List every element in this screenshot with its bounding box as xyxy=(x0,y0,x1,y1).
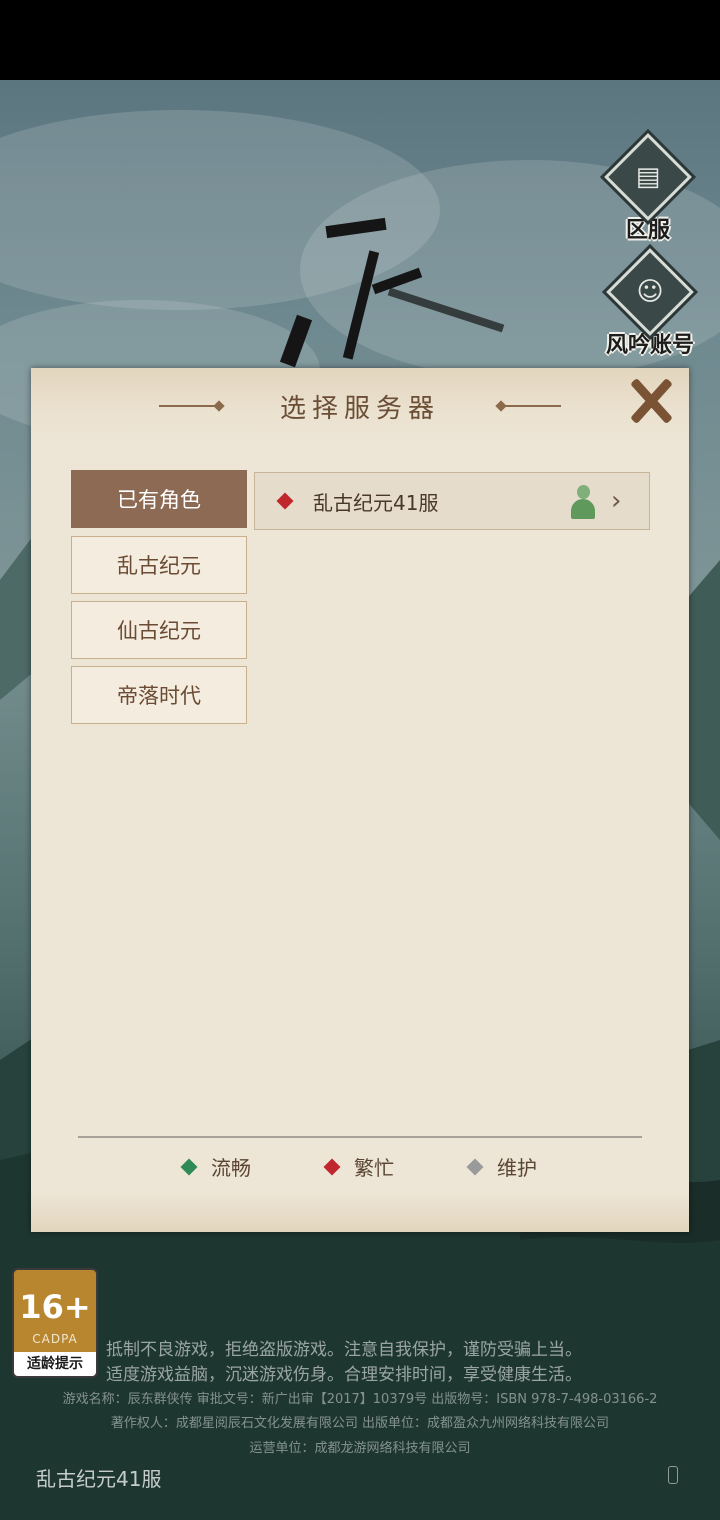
account-button[interactable]: ☺ 风吟账号 xyxy=(600,248,700,359)
tab-xiangu-era[interactable]: 仙古纪元 xyxy=(71,601,247,659)
character-icon xyxy=(571,485,595,519)
age-rating-tip: 适龄提示 xyxy=(14,1352,96,1376)
dialog-footer xyxy=(31,1192,689,1232)
legend-item-smooth: 流畅 xyxy=(180,1152,251,1181)
gate-icon: ▤ xyxy=(635,162,661,192)
current-server-label[interactable]: 乱古纪元41服 xyxy=(36,1463,161,1492)
corner-indicator-icon xyxy=(668,1466,678,1484)
health-notice-line-2: 适度游戏益脑，沉迷游戏伤身。合理安排时间，享受健康生活。 xyxy=(106,1365,582,1385)
legend-item-maintenance: 维护 xyxy=(466,1152,537,1181)
divider xyxy=(78,1136,642,1138)
server-item[interactable]: 乱古纪元41服 › xyxy=(254,472,650,530)
server-select-dialog: 选择服务器 已有角色 乱古纪元 仙古纪元 帝落时代 乱古纪元41服 › 流畅 繁… xyxy=(31,368,689,1232)
server-name: 乱古纪元41服 xyxy=(313,490,439,515)
age-rating-org: CADPA xyxy=(32,1332,78,1346)
tab-label: 乱古纪元 xyxy=(117,554,201,578)
legend-item-busy: 繁忙 xyxy=(323,1152,394,1181)
tab-diluo-era[interactable]: 帝落时代 xyxy=(71,666,247,724)
legend-label: 繁忙 xyxy=(354,1156,394,1180)
tab-label: 已有角色 xyxy=(117,488,201,512)
legend-label: 流畅 xyxy=(211,1156,251,1180)
server-region-button[interactable]: ▤ 区服 xyxy=(598,133,698,244)
user-icon: ☺ xyxy=(636,277,664,307)
chevron-right-icon: › xyxy=(611,486,622,516)
server-status-icon xyxy=(276,492,294,510)
game-info-line-3: 运营单位：成都龙游网络科技有限公司 xyxy=(249,1441,471,1456)
legend-label: 维护 xyxy=(497,1156,537,1180)
close-button[interactable] xyxy=(627,376,675,425)
health-notice-line-1: 抵制不良游戏，拒绝盗版游戏。注意自我保护，谨防受骗上当。 xyxy=(106,1340,582,1360)
status-smooth-icon xyxy=(180,1158,198,1175)
tab-luangu-era[interactable]: 乱古纪元 xyxy=(71,536,247,594)
age-rating-badge[interactable]: 16+ CADPA 适龄提示 xyxy=(12,1268,98,1378)
status-busy-icon xyxy=(323,1158,341,1175)
tab-label: 仙古纪元 xyxy=(117,619,201,643)
status-bar xyxy=(0,0,720,80)
dialog-title: 选择服务器 xyxy=(279,394,440,424)
status-maintenance-icon xyxy=(466,1158,484,1175)
tab-label: 帝落时代 xyxy=(117,684,201,708)
game-info-line-2: 著作权人：成都星阅辰石文化发展有限公司 出版单位：成都盈众九州网络科技有限公司 xyxy=(110,1416,610,1431)
title-ornament-right xyxy=(501,405,561,407)
game-info-line-1: 游戏名称：辰东群侠传 审批文号：新广出审【2017】10379号 出版物号：IS… xyxy=(62,1392,658,1407)
age-rating-number: 16+ xyxy=(19,1288,91,1326)
tab-existing-roles[interactable]: 已有角色 xyxy=(71,470,247,528)
